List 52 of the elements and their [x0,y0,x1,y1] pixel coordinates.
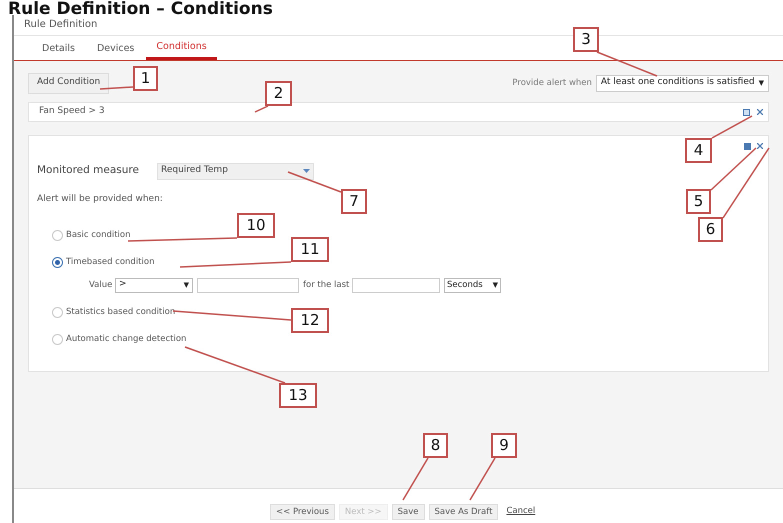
close-icon[interactable] [757,109,763,115]
leader-line [402,458,429,500]
callout-number: 2 [265,81,292,106]
leader-line [288,171,342,193]
for-the-last-label: for the last [303,278,350,292]
option-label: Timebased condition [66,256,154,269]
callout-number: 1 [133,66,158,91]
alert-when-label: Alert will be provided when: [37,193,163,206]
callout-number: 9 [491,433,517,458]
radio-button[interactable] [52,307,63,318]
callout-number: 13 [279,383,317,408]
footer-button[interactable]: << Previous [270,504,335,520]
caret-icon [303,169,310,173]
alert-rule-label: Provide alert when [512,76,592,90]
tab[interactable]: Details [32,38,85,60]
option-label: Basic condition [66,229,131,242]
collapse-icon[interactable] [744,143,751,150]
footer-button[interactable]: Save As Draft [428,504,498,520]
callout-number: 4 [685,138,712,163]
tab[interactable]: Devices [86,38,144,60]
leader-line [100,86,134,90]
leader-line [469,458,496,500]
cancel-link[interactable]: Cancel [506,505,536,518]
callout-number: 7 [341,189,367,214]
condition-row[interactable]: Fan Speed > 3 [28,102,769,122]
value-label: Value [89,278,114,292]
radio-button[interactable] [52,230,63,241]
callout-number: 11 [291,237,329,262]
option-label: Automatic change detection [66,333,186,346]
callout-number: 6 [698,217,723,242]
callout-number: 5 [686,189,711,214]
value-input[interactable] [197,278,299,292]
footer-button[interactable]: Save [392,504,424,520]
radio-button[interactable] [52,334,63,345]
condition-text: Fan Speed > 3 [39,105,105,118]
callout-number: 8 [423,433,448,458]
radio-button[interactable] [52,257,63,268]
add-condition-button[interactable]: Add Condition [28,72,110,94]
duration-input[interactable] [352,278,440,292]
expand-icon[interactable] [743,109,750,116]
callout-number: 3 [573,27,599,52]
close-icon[interactable] [757,143,763,149]
window-title: Rule Definition [23,18,98,32]
page-heading: Rule Definition – Conditions [8,0,273,19]
callout-number: 10 [237,213,275,238]
leader-line [254,105,268,113]
leader-line [596,51,658,77]
callout-number: 12 [291,308,329,333]
measure-dropdown[interactable]: Required Temp [157,162,314,180]
option-label: Statistics based condition [66,306,176,319]
leader-line [712,115,752,139]
measure-label: Monitored measure [37,163,140,178]
